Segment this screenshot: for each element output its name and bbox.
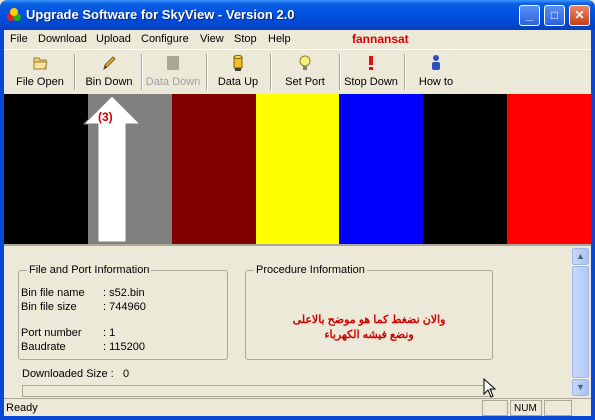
status-bar: Ready NUM bbox=[4, 398, 591, 416]
mouse-cursor-icon bbox=[483, 378, 497, 398]
pencil-icon bbox=[103, 56, 116, 71]
stop-down-label: Stop Down bbox=[344, 76, 398, 88]
downloaded-size-value: 0 bbox=[123, 368, 130, 380]
vertical-scrollbar[interactable]: ▲ ▼ bbox=[572, 248, 589, 396]
menu-help[interactable]: Help bbox=[268, 33, 291, 45]
menu-bar: File Download Upload Configure View Stop… bbox=[4, 30, 591, 49]
scrollbar-thumb[interactable] bbox=[572, 266, 589, 378]
toolbar: File Open Bin Down Data Down Data Up Set… bbox=[4, 49, 591, 93]
bin-file-name-label: Bin file name bbox=[21, 287, 85, 299]
maximize-button[interactable]: □ bbox=[544, 5, 565, 26]
stop-down-button[interactable]: Stop Down bbox=[342, 52, 400, 92]
status-cell-empty bbox=[482, 400, 508, 416]
menu-view[interactable]: View bbox=[200, 33, 224, 45]
status-text: Ready bbox=[6, 402, 38, 414]
color-bar-5 bbox=[339, 94, 424, 244]
file-open-label: File Open bbox=[16, 76, 64, 88]
port-number-label: Port number bbox=[21, 327, 82, 339]
toolbar-separator bbox=[74, 54, 76, 90]
color-bar-3 bbox=[171, 94, 256, 244]
scroll-down-arrow-icon[interactable]: ▼ bbox=[572, 379, 589, 396]
bin-down-label: Bin Down bbox=[85, 76, 133, 88]
close-button[interactable]: ✕ bbox=[569, 5, 590, 26]
folder-open-icon bbox=[33, 57, 48, 70]
file-port-groupbox: File and Port Information Bin file name … bbox=[18, 264, 228, 360]
set-port-label: Set Port bbox=[285, 76, 325, 88]
how-to-button[interactable]: How to bbox=[410, 52, 462, 92]
step-number-label: (3) bbox=[98, 110, 113, 124]
window-frame-right bbox=[591, 30, 595, 420]
data-down-label: Data Down bbox=[145, 76, 201, 88]
toolbar-separator bbox=[141, 54, 143, 90]
yellow-cylinder-icon bbox=[233, 55, 243, 71]
color-bar-6 bbox=[423, 94, 508, 244]
person-icon bbox=[432, 55, 440, 70]
file-open-button[interactable]: File Open bbox=[10, 52, 70, 92]
data-down-button[interactable]: Data Down bbox=[144, 52, 202, 92]
bin-down-button[interactable]: Bin Down bbox=[80, 52, 138, 92]
toolbar-separator bbox=[270, 54, 272, 90]
how-to-label: How to bbox=[418, 76, 454, 88]
minimize-button[interactable]: _ bbox=[519, 5, 540, 26]
app-icon bbox=[7, 8, 21, 21]
info-panel: File and Port Information Bin file name … bbox=[4, 244, 591, 398]
procedure-line-2: ونضع فيشه الكهرباء bbox=[324, 329, 414, 341]
port-number-value: : 1 bbox=[103, 327, 116, 339]
menu-configure[interactable]: Configure bbox=[141, 33, 189, 45]
data-up-button[interactable]: Data Up bbox=[212, 52, 264, 92]
toolbar-separator bbox=[206, 54, 208, 90]
bin-file-size-value: : 744960 bbox=[103, 301, 146, 313]
lightbulb-icon bbox=[299, 55, 311, 70]
gray-box-icon bbox=[167, 56, 179, 70]
baudrate-value: : 115200 bbox=[103, 341, 146, 353]
color-bar-4 bbox=[255, 94, 340, 244]
status-cell-empty-2 bbox=[544, 400, 572, 416]
set-port-button[interactable]: Set Port bbox=[276, 52, 334, 92]
procedure-groupbox: Procedure Information والان نضغط كما هو … bbox=[245, 264, 493, 360]
window-title: Upgrade Software for SkyView - Version 2… bbox=[26, 7, 295, 22]
file-port-title: File and Port Information bbox=[27, 264, 152, 276]
toolbar-separator bbox=[339, 54, 341, 90]
bin-file-name-value: : s52.bin bbox=[103, 287, 145, 299]
menu-file[interactable]: File bbox=[10, 33, 28, 45]
num-lock-indicator: NUM bbox=[510, 400, 542, 416]
window-frame-bottom bbox=[0, 416, 595, 420]
title-bar: Upgrade Software for SkyView - Version 2… bbox=[0, 0, 595, 30]
red-exclamation-icon bbox=[369, 56, 373, 70]
baudrate-label: Baudrate bbox=[21, 341, 66, 353]
color-bar-1 bbox=[4, 94, 88, 244]
menu-upload[interactable]: Upload bbox=[96, 33, 131, 45]
procedure-title: Procedure Information bbox=[254, 264, 367, 276]
toolbar-separator bbox=[404, 54, 406, 90]
color-bar-7 bbox=[507, 94, 592, 244]
brand-watermark: fannansat bbox=[352, 32, 409, 46]
scroll-up-arrow-icon[interactable]: ▲ bbox=[572, 248, 589, 265]
menu-download[interactable]: Download bbox=[38, 33, 87, 45]
procedure-line-1: والان نضغط كما هو موضح بالاعلى bbox=[292, 314, 446, 326]
download-progress-bar bbox=[22, 385, 492, 397]
downloaded-size-label: Downloaded Size : bbox=[22, 368, 114, 380]
bin-file-size-label: Bin file size bbox=[21, 301, 77, 313]
menu-stop[interactable]: Stop bbox=[234, 33, 257, 45]
data-up-label: Data Up bbox=[217, 76, 259, 88]
